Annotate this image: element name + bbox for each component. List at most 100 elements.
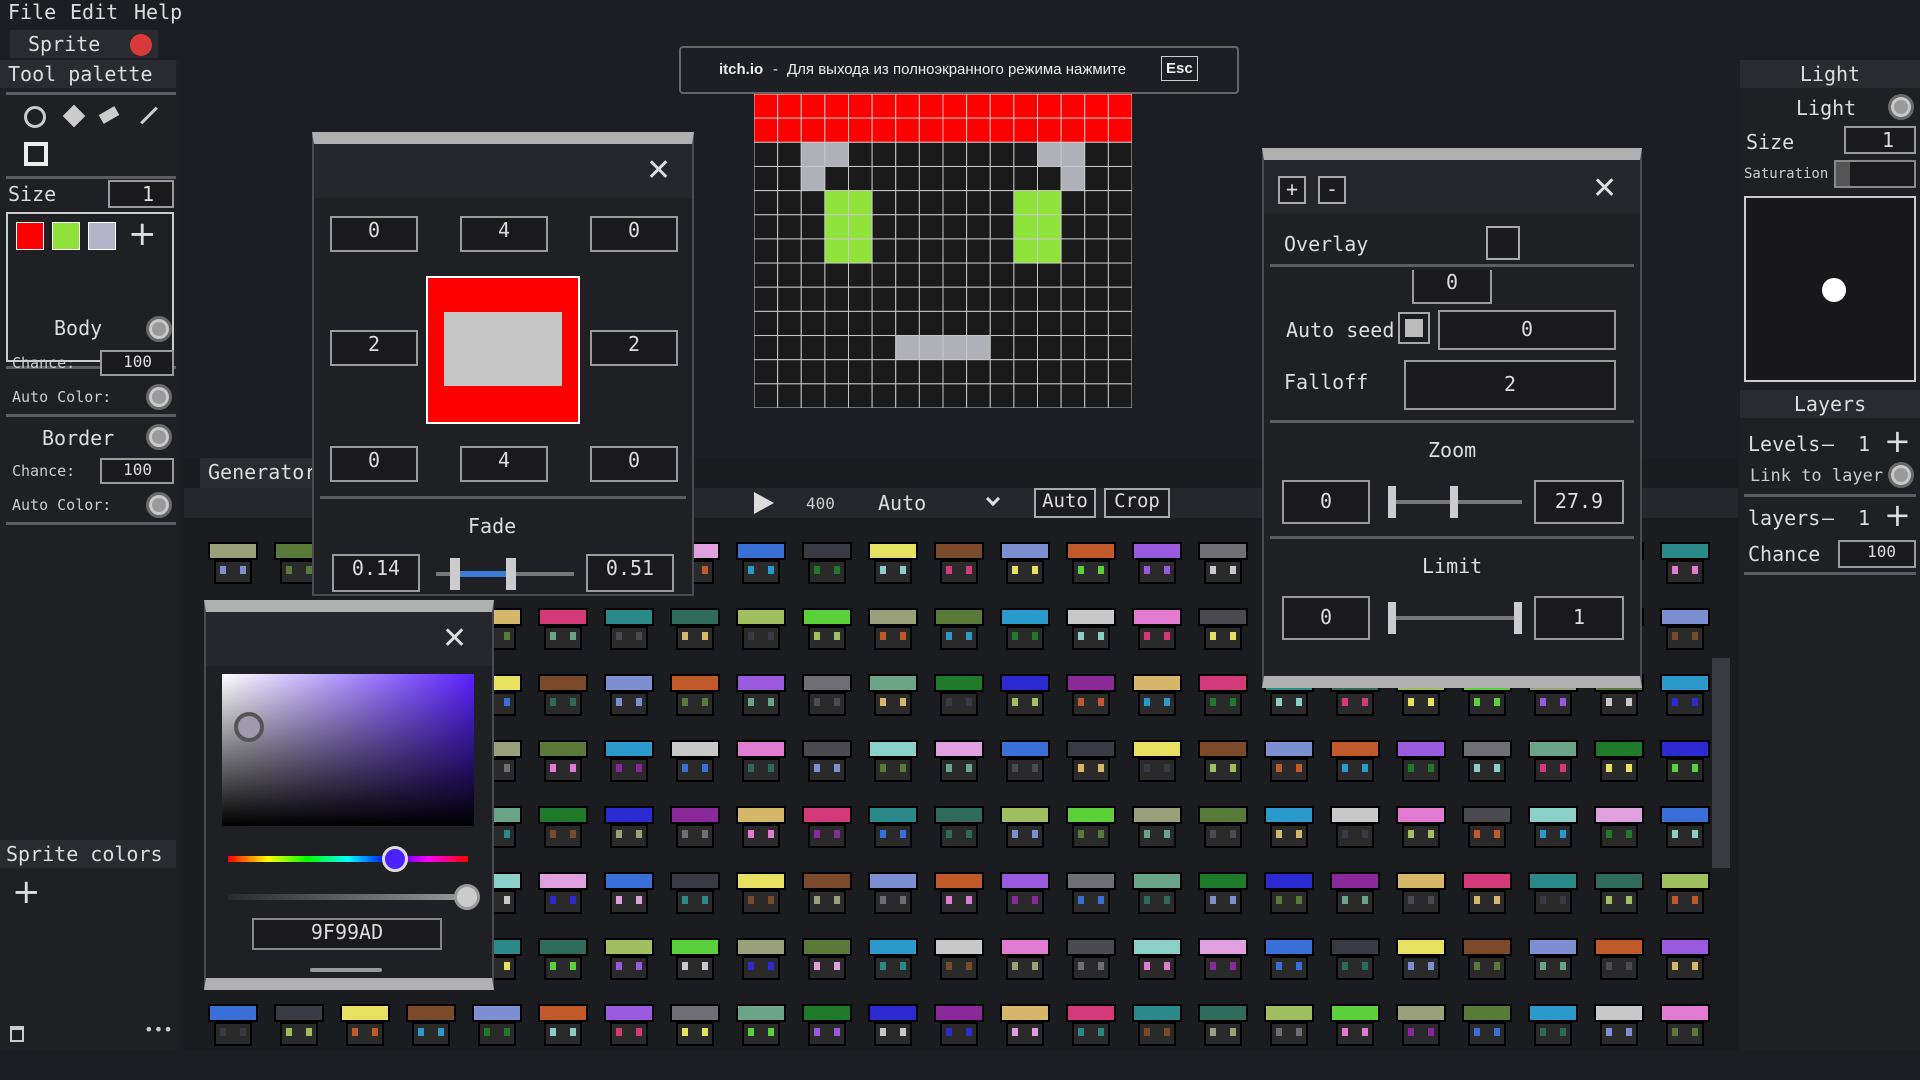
generated-sprite[interactable] (1194, 802, 1252, 852)
close-icon[interactable]: ✕ (1592, 174, 1617, 204)
generated-sprite[interactable] (996, 934, 1054, 984)
generated-sprite[interactable] (1128, 538, 1186, 588)
add-sprite-color-button[interactable]: + (12, 872, 41, 912)
canvas-pixel[interactable] (848, 141, 873, 167)
levels-increment-button[interactable]: + (1884, 422, 1911, 460)
generated-sprite[interactable] (864, 934, 922, 984)
generated-sprite[interactable] (732, 802, 790, 852)
hex-input[interactable]: 9F99AD (252, 918, 442, 950)
canvas-pixel[interactable] (1013, 310, 1038, 337)
generated-sprite[interactable] (930, 934, 988, 984)
canvas-pixel[interactable] (871, 141, 897, 167)
canvas-pixel[interactable] (848, 335, 873, 361)
generated-sprite[interactable] (1062, 934, 1120, 984)
canvas-pixel[interactable] (1013, 262, 1038, 288)
margin-bottom-center[interactable]: 4 (460, 446, 548, 482)
generated-sprite[interactable] (666, 736, 724, 786)
color-cursor[interactable] (234, 712, 264, 742)
generated-sprite[interactable] (1458, 802, 1516, 852)
generated-sprite[interactable] (600, 802, 658, 852)
generated-sprite[interactable] (1260, 1000, 1318, 1048)
canvas-pixel[interactable] (989, 238, 1015, 264)
generated-sprite[interactable] (996, 868, 1054, 918)
link-to-layer-toggle[interactable] (1888, 462, 1914, 488)
canvas-pixel[interactable] (918, 94, 944, 119)
generated-sprite[interactable] (1524, 802, 1582, 852)
generated-sprite[interactable] (864, 868, 922, 918)
canvas-pixel[interactable] (1084, 190, 1109, 216)
canvas-pixel[interactable] (895, 190, 920, 216)
canvas-pixel[interactable] (966, 214, 991, 240)
generated-sprite[interactable] (402, 1000, 460, 1048)
canvas-pixel[interactable] (895, 117, 920, 143)
generated-sprite[interactable] (1524, 868, 1582, 918)
canvas-pixel[interactable] (824, 94, 849, 119)
canvas-pixel[interactable] (800, 359, 826, 385)
close-tab-icon[interactable] (130, 34, 152, 56)
play-icon[interactable] (754, 492, 774, 514)
generated-sprite[interactable] (732, 604, 790, 654)
canvas-pixel[interactable] (942, 94, 968, 119)
generated-sprite[interactable] (1194, 538, 1252, 588)
canvas-pixel[interactable] (942, 286, 968, 312)
canvas-pixel[interactable] (1060, 94, 1086, 119)
canvas-pixel[interactable] (989, 262, 1015, 288)
generated-sprite[interactable] (1062, 1000, 1120, 1048)
canvas-pixel[interactable] (871, 262, 897, 288)
generated-sprite[interactable] (204, 1000, 262, 1048)
generated-sprite[interactable] (270, 1000, 328, 1048)
canvas-pixel[interactable] (1013, 383, 1038, 408)
canvas-pixel[interactable] (989, 359, 1015, 385)
canvas-pixel[interactable] (1084, 359, 1109, 385)
margin-bottom-right[interactable]: 0 (590, 446, 678, 482)
canvas-pixel[interactable] (1060, 286, 1086, 312)
fill-tool-icon[interactable] (62, 104, 86, 128)
canvas-pixel[interactable] (942, 117, 968, 143)
generated-sprite[interactable] (1260, 802, 1318, 852)
generated-sprite[interactable] (1062, 670, 1120, 720)
canvas-pixel[interactable] (777, 310, 802, 337)
canvas-pixel[interactable] (848, 117, 873, 143)
generated-sprite[interactable] (1656, 736, 1714, 786)
generated-sprite[interactable] (864, 736, 922, 786)
canvas-pixel[interactable] (918, 286, 944, 312)
fade-min-input[interactable]: 0.14 (332, 554, 420, 592)
canvas-pixel[interactable] (754, 141, 779, 167)
rectangle-tool-icon[interactable] (24, 142, 48, 166)
canvas-pixel[interactable] (1107, 214, 1132, 240)
generated-sprite[interactable] (1392, 802, 1450, 852)
light-toggle[interactable] (1888, 94, 1914, 120)
canvas-pixel[interactable] (942, 141, 968, 167)
canvas-pixel[interactable] (800, 286, 826, 312)
generated-sprite[interactable] (204, 538, 262, 588)
canvas-pixel[interactable] (1107, 262, 1132, 288)
generated-sprite[interactable] (534, 934, 592, 984)
layers-decrement-button[interactable]: — (1822, 506, 1834, 530)
generated-sprite[interactable] (468, 1000, 526, 1048)
canvas-pixel[interactable] (777, 214, 802, 240)
canvas-pixel[interactable] (1037, 165, 1062, 192)
generated-sprite[interactable] (930, 1000, 988, 1048)
generated-sprite[interactable] (1128, 1000, 1186, 1048)
canvas-pixel[interactable] (942, 190, 968, 216)
palette-color-swatch[interactable] (88, 222, 116, 250)
generated-sprite[interactable] (1590, 736, 1648, 786)
alpha-slider-handle[interactable] (454, 884, 480, 910)
canvas-pixel[interactable] (989, 214, 1015, 240)
generated-sprite[interactable] (666, 670, 724, 720)
canvas-pixel[interactable] (1084, 262, 1109, 288)
canvas-pixel[interactable] (1013, 117, 1038, 143)
generated-sprite[interactable] (798, 1000, 856, 1048)
canvas-pixel[interactable] (800, 94, 826, 119)
canvas-pixel[interactable] (824, 141, 849, 167)
canvas-pixel[interactable] (1037, 310, 1062, 337)
canvas-pixel[interactable] (989, 310, 1015, 337)
generated-sprite[interactable] (666, 1000, 724, 1048)
canvas-pixel[interactable] (1013, 165, 1038, 192)
generated-sprite[interactable] (1260, 934, 1318, 984)
canvas-pixel[interactable] (1084, 94, 1109, 119)
generated-sprite[interactable] (534, 604, 592, 654)
limit-min-input[interactable]: 0 (1282, 596, 1370, 640)
gallery-scrollbar[interactable] (1712, 658, 1730, 868)
canvas-pixel[interactable] (966, 286, 991, 312)
